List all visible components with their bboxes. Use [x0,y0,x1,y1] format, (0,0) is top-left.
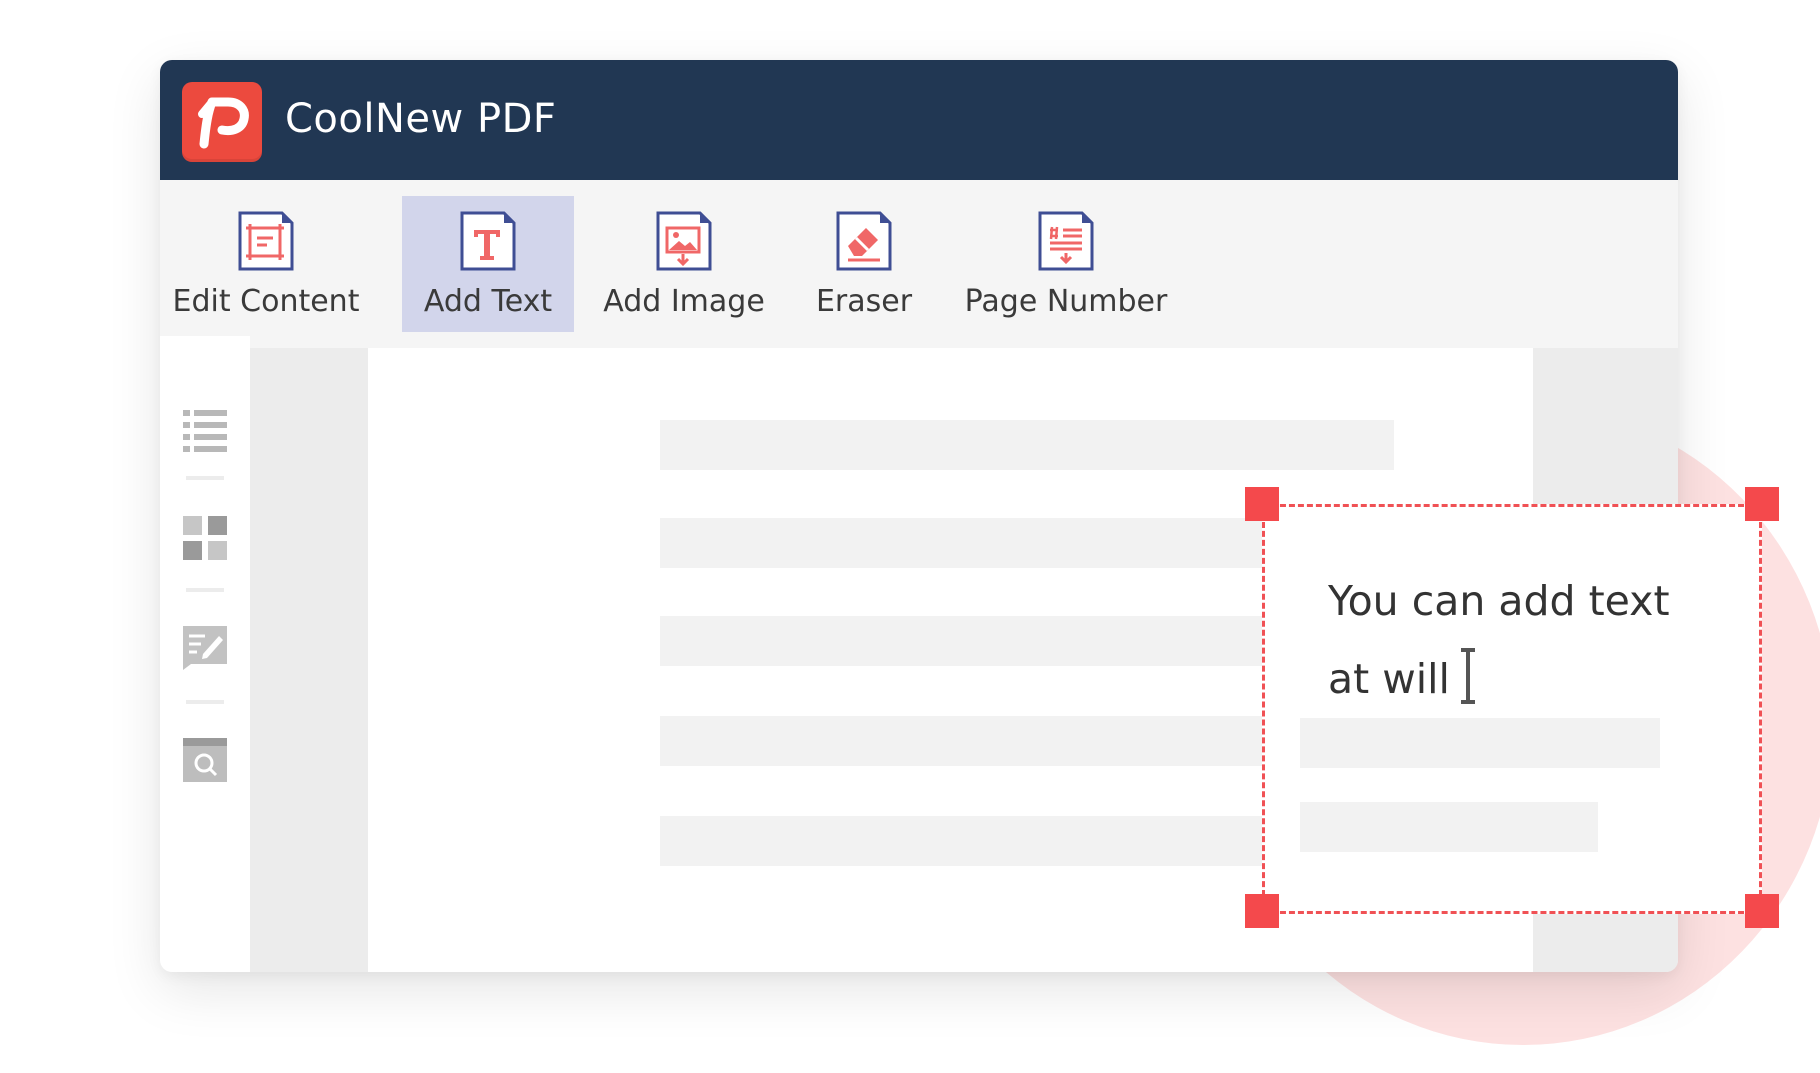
text-box-line-2: at will [1328,655,1450,703]
page-number-label: Page Number [964,284,1168,319]
text-box-content[interactable]: You can add text at will [1328,562,1670,718]
title-bar: CoolNew PDF [160,60,1678,180]
eraser-button[interactable]: Eraser [794,196,934,332]
text-box[interactable]: You can add text at will [1262,504,1762,914]
edit-content-label: Edit Content [172,284,360,319]
search-icon[interactable] [183,738,227,782]
text-placeholder-line [660,420,1394,470]
edit-content-button[interactable]: Edit Content [164,196,368,332]
add-image-button[interactable]: Add Image [592,196,776,332]
sidebar-divider [186,588,224,592]
add-image-icon [656,211,712,271]
text-placeholder-line [1300,802,1598,852]
outline-list-icon[interactable] [183,408,227,452]
add-text-icon [460,211,516,271]
add-image-label: Add Image [603,284,765,319]
eraser-icon [836,211,892,271]
text-box-line-1: You can add text [1328,577,1670,625]
add-text-label: Add Text [423,284,553,319]
resize-handle-top-right[interactable] [1745,487,1779,521]
left-sidebar [160,336,250,972]
coolnew-pdf-logo-icon [182,82,262,162]
document-margin-left [250,348,368,972]
page-number-icon [1038,211,1094,271]
stage: CoolNew PDF Edit Content Add Text Add Im… [0,0,1820,1073]
add-text-button[interactable]: Add Text [402,196,574,332]
text-cursor-icon [1460,648,1475,704]
resize-handle-top-left[interactable] [1245,487,1279,521]
annotation-icon[interactable] [183,626,227,670]
sidebar-divider [186,700,224,704]
thumbnails-grid-icon[interactable] [183,516,227,560]
sidebar-divider [186,476,224,480]
eraser-label: Eraser [815,284,913,319]
resize-handle-bottom-left[interactable] [1245,894,1279,928]
edit-content-icon [238,211,294,271]
text-box-line-2-wrap: at will [1328,640,1670,718]
app-title: CoolNew PDF [285,96,557,142]
page-number-button[interactable]: Page Number [952,196,1180,332]
text-placeholder-line [1300,718,1660,768]
resize-handle-bottom-right[interactable] [1745,894,1779,928]
